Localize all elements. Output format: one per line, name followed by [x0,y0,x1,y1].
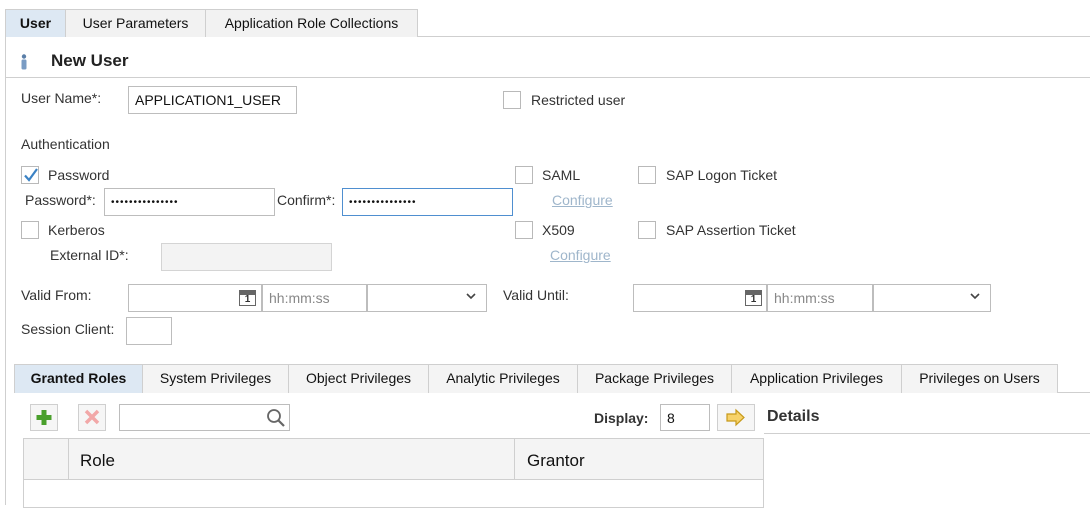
roles-table-header: Role Grantor [24,439,763,480]
tab-analytic-privileges[interactable]: Analytic Privileges [428,364,578,393]
column-separator [514,439,515,480]
chevron-down-icon [970,293,980,300]
tab-system-privileges[interactable]: System Privileges [142,364,289,393]
external-id-input[interactable] [161,243,332,271]
user-name-label: User Name*: [21,90,102,106]
role-tabs-divider [1057,392,1090,393]
session-client-input[interactable] [126,317,172,345]
saml-checkbox[interactable] [515,166,533,184]
tab-application-role-collections[interactable]: Application Role Collections [205,9,418,37]
search-icon[interactable] [266,408,286,428]
checkmark-icon [24,168,38,182]
sap-logon-ticket-label: SAP Logon Ticket [666,167,778,183]
password-input[interactable] [104,188,275,216]
password-option-label: Password [48,167,110,183]
external-id-label: External ID*: [50,247,129,263]
tab-user[interactable]: User [5,9,66,37]
add-role-button[interactable] [30,404,58,431]
saml-label: SAML [542,167,581,183]
chevron-down-icon [466,293,476,300]
valid-until-label: Valid Until: [503,287,569,303]
tab-granted-roles[interactable]: Granted Roles [14,364,143,393]
password-field-label: Password*: [25,192,96,208]
page-title: New User [51,51,129,70]
tab-user-parameters[interactable]: User Parameters [65,9,206,37]
frame-border [5,37,6,505]
details-divider [764,433,1090,434]
details-label: Details [767,408,820,425]
valid-until-zone-select[interactable] [873,284,991,312]
kerberos-checkbox[interactable] [21,221,39,239]
x509-checkbox[interactable] [515,221,533,239]
column-header-grantor[interactable]: Grantor [527,451,585,471]
roles-table: Role Grantor [23,438,764,508]
x509-configure-link[interactable]: Configure [550,247,611,263]
tab-package-privileges[interactable]: Package Privileges [577,364,732,393]
arrow-right-icon [726,408,745,427]
x509-label: X509 [542,222,575,238]
confirm-field-label: Confirm*: [277,192,336,208]
calendar-icon[interactable]: 1 [239,290,256,306]
remove-role-button[interactable] [78,404,106,431]
valid-from-time-input[interactable]: hh:mm:ss [262,284,367,312]
sap-assertion-ticket-checkbox[interactable] [638,221,656,239]
sap-assertion-ticket-label: SAP Assertion Ticket [666,222,796,238]
tab-privileges-on-users[interactable]: Privileges on Users [901,364,1058,393]
authentication-heading: Authentication [21,136,110,152]
session-client-label: Session Client: [21,321,115,337]
tab-object-privileges[interactable]: Object Privileges [288,364,429,393]
tab-bar-divider [417,36,1090,37]
confirm-password-input[interactable] [342,188,513,216]
page-header: New User [5,44,1090,78]
display-count-input[interactable] [660,404,710,431]
sap-logon-ticket-checkbox[interactable] [638,166,656,184]
valid-from-zone-select[interactable] [367,284,487,312]
calendar-icon[interactable]: 1 [745,290,762,306]
roles-search-input[interactable] [119,404,290,431]
user-name-input[interactable] [128,86,297,114]
saml-configure-link[interactable]: Configure [552,192,613,208]
kerberos-label: Kerberos [48,222,105,238]
valid-until-time-input[interactable]: hh:mm:ss [767,284,873,312]
restricted-user-checkbox[interactable] [503,91,521,109]
restricted-user-label: Restricted user [531,92,626,108]
tab-application-privileges[interactable]: Application Privileges [731,364,902,393]
show-details-button[interactable] [717,404,755,431]
column-header-role[interactable]: Role [80,451,115,471]
person-icon [21,54,27,70]
column-separator [68,439,69,480]
add-icon [36,410,52,425]
delete-icon [84,409,100,425]
password-checkbox[interactable] [21,166,39,184]
display-label: Display: [594,410,649,426]
valid-from-label: Valid From: [21,287,92,303]
